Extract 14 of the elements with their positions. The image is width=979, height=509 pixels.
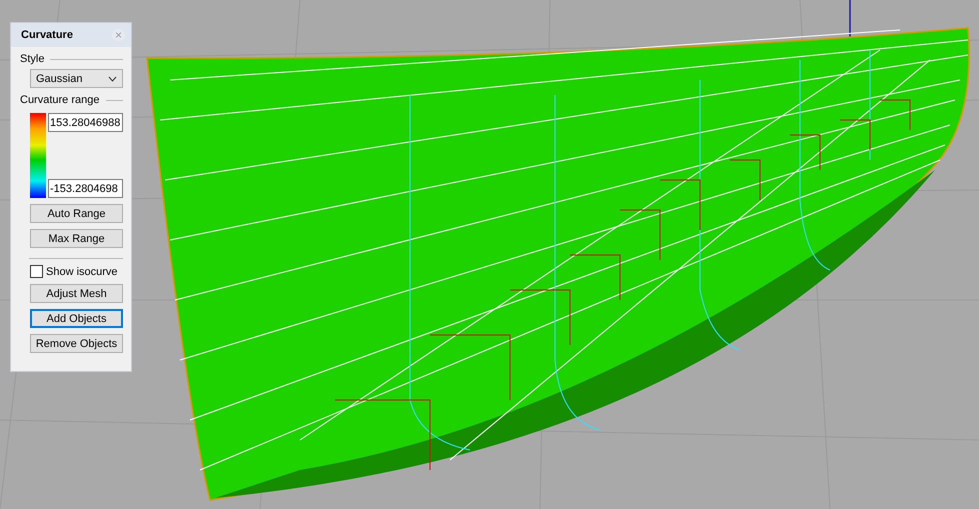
panel-button[interactable]: Auto Range <box>30 204 123 223</box>
style-dropdown[interactable]: Gaussian <box>30 69 123 88</box>
panel-button[interactable]: Adjust Mesh <box>30 284 123 303</box>
caret-icon <box>108 76 117 82</box>
range-label: Curvature range <box>20 94 100 106</box>
isocurve-checkbox[interactable] <box>30 265 43 278</box>
isocurve-label: Show isocurve <box>46 266 118 278</box>
min-value-field[interactable]: -153.2804698 <box>48 179 123 198</box>
panel-button[interactable]: Add Objects <box>30 309 123 328</box>
style-label: Style <box>20 53 44 65</box>
panel-button[interactable]: Remove Objects <box>30 334 123 353</box>
max-value-field[interactable]: 153.28046988 <box>48 113 123 132</box>
panel-button[interactable]: Max Range <box>30 229 123 248</box>
panel-title: Curvature <box>21 29 73 41</box>
